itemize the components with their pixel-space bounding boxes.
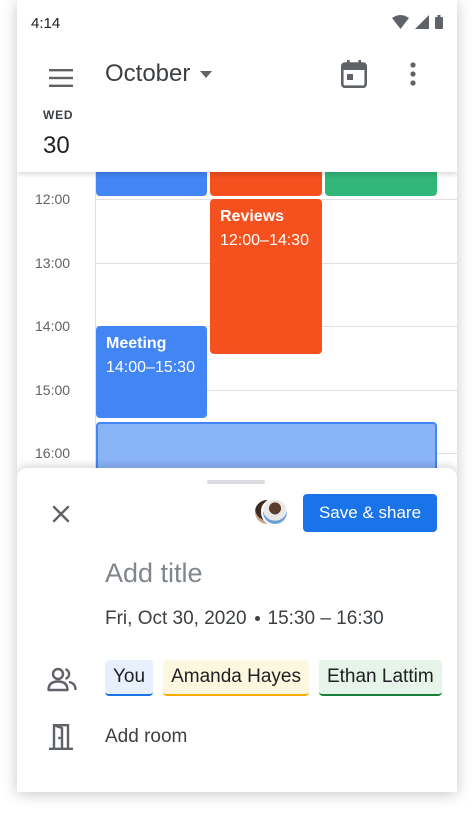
door-icon bbox=[49, 724, 73, 750]
wifi-icon bbox=[392, 15, 409, 29]
drag-handle[interactable] bbox=[207, 480, 265, 484]
event-reviews[interactable]: Reviews 12:00–14:30 bbox=[210, 199, 322, 354]
add-room-button[interactable]: Add room bbox=[105, 726, 187, 748]
event-time: 14:00–15:30 bbox=[106, 359, 195, 376]
chevron-down-icon bbox=[200, 70, 213, 78]
event-title: Reviews bbox=[220, 208, 285, 225]
more-options-button[interactable] bbox=[401, 60, 425, 88]
close-icon bbox=[52, 505, 70, 523]
status-bar: 4:14 bbox=[17, 0, 457, 48]
calendar-today-icon bbox=[340, 60, 367, 89]
event-sheet: Save & share Add title Fri, Oct 30, 2020… bbox=[17, 468, 457, 792]
signal-icon bbox=[415, 15, 429, 29]
hour-label: 16:00 bbox=[35, 445, 71, 461]
day-name: WED bbox=[43, 108, 74, 122]
phone-screen: 4:14 October WED 30 12:00 13:00 14:00 15… bbox=[17, 0, 457, 792]
save-share-button[interactable]: Save & share bbox=[303, 494, 437, 532]
event-time: 12:00–14:30 bbox=[220, 232, 309, 249]
close-button[interactable] bbox=[49, 502, 73, 526]
menu-button[interactable] bbox=[45, 62, 77, 94]
event-title: Meeting bbox=[106, 335, 167, 352]
title-input[interactable]: Add title bbox=[105, 558, 405, 589]
event-datetime[interactable]: Fri, Oct 30, 2020 15:30 – 16:30 bbox=[105, 608, 384, 630]
hour-label: 14:00 bbox=[35, 318, 71, 334]
avatar bbox=[261, 498, 289, 526]
month-selector[interactable]: October bbox=[105, 58, 213, 90]
guest-avatars[interactable] bbox=[253, 498, 289, 530]
day-number[interactable]: 30 bbox=[43, 132, 70, 160]
more-vert-icon bbox=[410, 62, 416, 86]
month-label: October bbox=[105, 60, 191, 87]
guest-chip[interactable]: You bbox=[105, 660, 154, 696]
status-time: 4:14 bbox=[31, 15, 61, 32]
hour-label: 13:00 bbox=[35, 255, 71, 271]
guest-chip[interactable]: Ethan Lattim bbox=[318, 660, 442, 696]
hour-label: 15:00 bbox=[35, 382, 71, 398]
guest-chip[interactable]: Amanda Hayes bbox=[163, 660, 309, 696]
day-grid[interactable]: 12:00 13:00 14:00 15:00 16:00 Reviews 12… bbox=[17, 155, 457, 495]
event-meeting[interactable]: Meeting 14:00–15:30 bbox=[96, 326, 207, 418]
event-date[interactable]: Fri, Oct 30, 2020 bbox=[105, 608, 247, 629]
menu-icon bbox=[49, 69, 73, 87]
people-icon bbox=[47, 667, 77, 692]
status-icons bbox=[392, 15, 443, 29]
hour-label: 12:00 bbox=[35, 191, 71, 207]
battery-icon bbox=[435, 15, 443, 29]
separator-dot bbox=[254, 616, 260, 622]
today-button[interactable] bbox=[340, 60, 369, 89]
guest-chips: You Amanda Hayes Ethan Lattim bbox=[105, 660, 442, 696]
app-bar: October WED 30 bbox=[17, 48, 457, 172]
event-time-range[interactable]: 15:30 – 16:30 bbox=[268, 608, 384, 629]
